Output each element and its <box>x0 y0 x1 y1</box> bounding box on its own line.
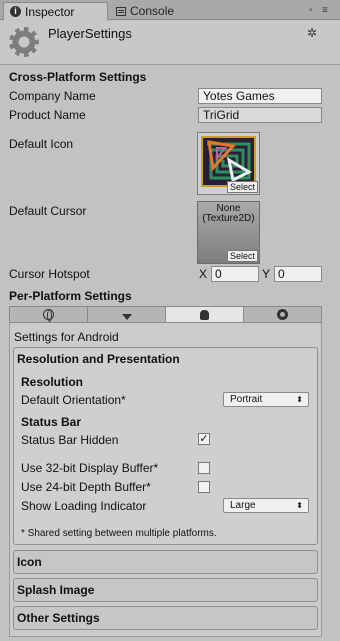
icon-foldout-header: Icon <box>17 555 42 569</box>
console-icon <box>116 6 126 16</box>
component-gear-icon[interactable]: ✲ <box>307 26 317 40</box>
icon-foldout[interactable]: Icon <box>13 550 318 574</box>
platform-tab-web[interactable] <box>88 307 166 322</box>
orientation-value: Portrait <box>230 394 263 405</box>
status-hidden-label: Status Bar Hidden <box>21 433 119 447</box>
platform-tab-standalone[interactable] <box>10 307 88 322</box>
company-name-field[interactable]: Yotes Games <box>198 88 322 104</box>
platform-tabs <box>9 306 322 323</box>
cursor-hotspot-label: Cursor Hotspot <box>9 267 90 281</box>
buffer32-checkbox[interactable] <box>198 462 210 474</box>
cross-platform-title: Cross-Platform Settings <box>9 70 147 84</box>
hotspot-y-label: Y <box>262 267 271 281</box>
tab-console-label: Console <box>130 4 175 18</box>
dropdown-arrow-icon: ⬍ <box>296 395 303 404</box>
depth24-label: Use 24-bit Depth Buffer* <box>21 480 151 494</box>
splash-foldout[interactable]: Splash Image <box>13 578 318 602</box>
cursor-type-text: (Texture2D) <box>202 213 255 224</box>
checkmark-icon: ✓ <box>199 433 209 445</box>
platform-tab-other[interactable] <box>244 307 321 322</box>
depth24-checkbox[interactable] <box>198 481 210 493</box>
app-icon-image <box>201 136 256 187</box>
product-name-label: Product Name <box>9 108 86 122</box>
buffer32-label: Use 32-bit Display Buffer* <box>21 461 159 475</box>
inspector-header: PlayerSettings ✲ <box>0 21 340 65</box>
download-icon <box>121 313 132 320</box>
other-settings-foldout-header: Other Settings <box>17 611 100 625</box>
loading-indicator-label: Show Loading Indicator <box>21 499 147 513</box>
hotspot-y-field[interactable]: 0 <box>274 266 322 282</box>
orientation-dropdown[interactable]: Portrait ⬍ <box>223 392 309 407</box>
company-name-label: Company Name <box>9 89 96 103</box>
android-icon <box>200 309 209 320</box>
resolution-subtitle: Resolution <box>21 375 83 389</box>
page-title: PlayerSettings <box>48 26 132 41</box>
menu-icon[interactable]: ≡ <box>322 5 328 16</box>
hotspot-x-field[interactable]: 0 <box>211 266 259 282</box>
shared-setting-note: * Shared setting between multiple platfo… <box>21 528 217 539</box>
splash-foldout-header: Splash Image <box>17 583 95 597</box>
loading-indicator-dropdown[interactable]: Large ⬍ <box>223 498 309 513</box>
tab-strip: i Inspector Console ▫ ≡ <box>0 0 340 20</box>
per-platform-title: Per-Platform Settings <box>9 289 132 303</box>
globe-icon <box>43 309 54 322</box>
circle-icon <box>277 309 288 320</box>
hotspot-x-label: X <box>199 267 208 281</box>
loading-indicator-value: Large <box>230 500 256 511</box>
lock-icon[interactable]: ▫ <box>309 5 313 16</box>
platform-tab-android[interactable] <box>166 307 244 322</box>
default-icon-slot[interactable]: Select <box>197 132 260 195</box>
default-cursor-label: Default Cursor <box>9 204 87 218</box>
resolution-foldout-header[interactable]: Resolution and Presentation <box>17 352 180 366</box>
other-settings-foldout[interactable]: Other Settings <box>13 606 318 630</box>
statusbar-subtitle: Status Bar <box>21 415 82 429</box>
info-icon: i <box>10 6 21 17</box>
default-cursor-slot[interactable]: None (Texture2D) Select <box>197 201 260 264</box>
product-name-field[interactable]: TriGrid <box>198 107 322 123</box>
orientation-label: Default Orientation* <box>21 393 126 407</box>
tab-inspector-label: Inspector <box>25 4 75 19</box>
tab-console[interactable]: Console <box>110 2 210 20</box>
settings-for-label: Settings for Android <box>14 330 119 344</box>
default-icon-label: Default Icon <box>9 137 74 151</box>
dropdown-arrow-icon: ⬍ <box>296 501 303 510</box>
status-hidden-checkbox[interactable]: ✓ <box>198 433 210 445</box>
settings-gear-icon <box>9 27 39 57</box>
tab-inspector[interactable]: i Inspector <box>3 2 108 20</box>
icon-select-button[interactable]: Select <box>226 181 258 193</box>
cursor-select-button[interactable]: Select <box>226 250 258 262</box>
